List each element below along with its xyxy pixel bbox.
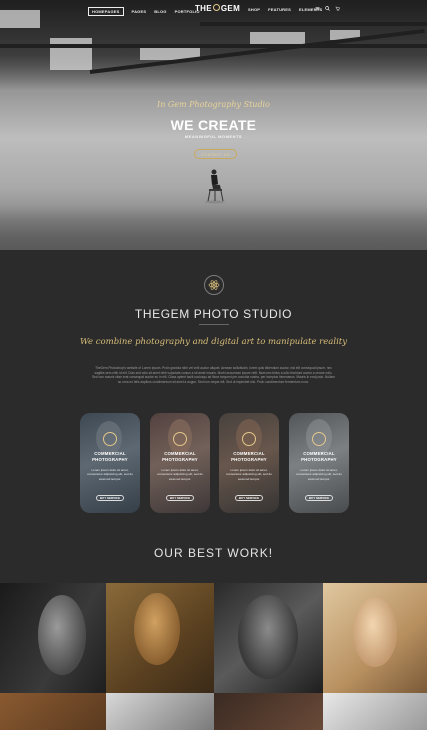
card-text: Lorem ipsum dolor sit amet, consectetur …	[157, 468, 203, 481]
portrait-photo	[134, 593, 180, 665]
site-logo[interactable]: THE GEM	[195, 4, 240, 13]
menu-icon[interactable]	[315, 6, 320, 11]
nav-homepages[interactable]: HOMEPAGES	[88, 7, 124, 16]
nav-shop[interactable]: SHOP	[248, 7, 260, 12]
cart-icon[interactable]	[335, 6, 340, 11]
camera-icon	[103, 432, 117, 446]
nav-pages[interactable]: PAGES	[132, 9, 147, 14]
studio-floor	[0, 205, 427, 250]
search-icon[interactable]	[325, 6, 330, 11]
card-title: COMMERCIAL PHOTOGRAPHY	[231, 451, 267, 462]
service-card[interactable]: COMMERCIAL PHOTOGRAPHY Lorem ipsum dolor…	[289, 413, 349, 513]
portfolio-gallery	[0, 583, 427, 730]
gallery-item[interactable]	[0, 693, 106, 730]
studio-tagline: We combine photography and digital art t…	[79, 337, 347, 347]
title-divider	[199, 324, 229, 325]
gallery-item[interactable]	[323, 693, 427, 730]
camera-icon	[242, 432, 256, 446]
ceiling-light-panel	[50, 38, 92, 70]
nav-blog[interactable]: BLOG	[154, 9, 166, 14]
portrait-photo	[38, 595, 86, 675]
ceiling-beam	[0, 44, 427, 48]
best-work-title: OUR BEST WORK!	[153, 546, 274, 560]
nav-icon-group	[315, 6, 340, 11]
gallery-item[interactable]	[214, 693, 323, 730]
studio-emblem	[204, 275, 224, 295]
hero-script-text: In Gem Photography Studio	[157, 100, 270, 109]
service-card[interactable]: COMMERCIAL PHOTOGRAPHY Lorem ipsum dolor…	[80, 413, 140, 513]
nav-left-group: HOMEPAGES PAGES BLOG PORTFOLIO	[88, 7, 200, 16]
card-title: COMMERCIAL PHOTOGRAPHY	[92, 451, 128, 462]
contact-us-button[interactable]: CONTACT US	[194, 149, 237, 159]
buy-service-button[interactable]: BUY SERVICE	[96, 495, 124, 501]
gem-logo-icon	[212, 4, 220, 12]
card-text: Lorem ipsum dolor sit amet, consectetur …	[87, 468, 133, 481]
gallery-item[interactable]	[323, 583, 427, 693]
top-navigation: HOMEPAGES PAGES BLOG PORTFOLIO THE GEM SH…	[0, 0, 427, 20]
portrait-photo	[238, 595, 298, 679]
logo-text-post: GEM	[220, 4, 241, 13]
hero-section: HOMEPAGES PAGES BLOG PORTFOLIO THE GEM SH…	[0, 0, 427, 250]
buy-service-button[interactable]: BUY SERVICE	[235, 495, 263, 501]
ceiling-beam	[200, 22, 427, 26]
hero-subtitle: MEANINGFUL MOMENTS	[184, 134, 243, 139]
studio-title: THEGEM PHOTO STUDIO	[134, 307, 293, 321]
card-title: COMMERCIAL PHOTOGRAPHY	[162, 451, 198, 462]
portrait-photo	[353, 597, 397, 667]
model-on-stool-figure	[205, 169, 225, 204]
card-text: Lorem ipsum dolor sit amet, consectetur …	[226, 468, 272, 481]
buy-service-button[interactable]: BUY SERVICE	[166, 495, 194, 501]
studio-description: TheGem Photoshop's website of Lorem ipsu…	[92, 366, 335, 384]
gallery-item[interactable]	[214, 583, 323, 693]
gallery-item[interactable]	[106, 583, 214, 693]
buy-service-button[interactable]: BUY SERVICE	[305, 495, 333, 501]
hero-title: WE CREATE	[170, 117, 257, 133]
gallery-item[interactable]	[0, 583, 106, 693]
logo-text-pre: THE	[195, 4, 212, 13]
camera-icon	[173, 432, 187, 446]
card-text: Lorem ipsum dolor sit amet, consectetur …	[296, 468, 342, 481]
card-title: COMMERCIAL PHOTOGRAPHY	[301, 451, 337, 462]
nav-right-group: SHOP FEATURES ELEMENTS	[248, 7, 322, 12]
atom-icon	[208, 280, 220, 290]
camera-icon	[312, 432, 326, 446]
gallery-item[interactable]	[106, 693, 214, 730]
service-card[interactable]: COMMERCIAL PHOTOGRAPHY Lorem ipsum dolor…	[219, 413, 279, 513]
nav-features[interactable]: FEATURES	[268, 7, 291, 12]
service-card[interactable]: COMMERCIAL PHOTOGRAPHY Lorem ipsum dolor…	[150, 413, 210, 513]
